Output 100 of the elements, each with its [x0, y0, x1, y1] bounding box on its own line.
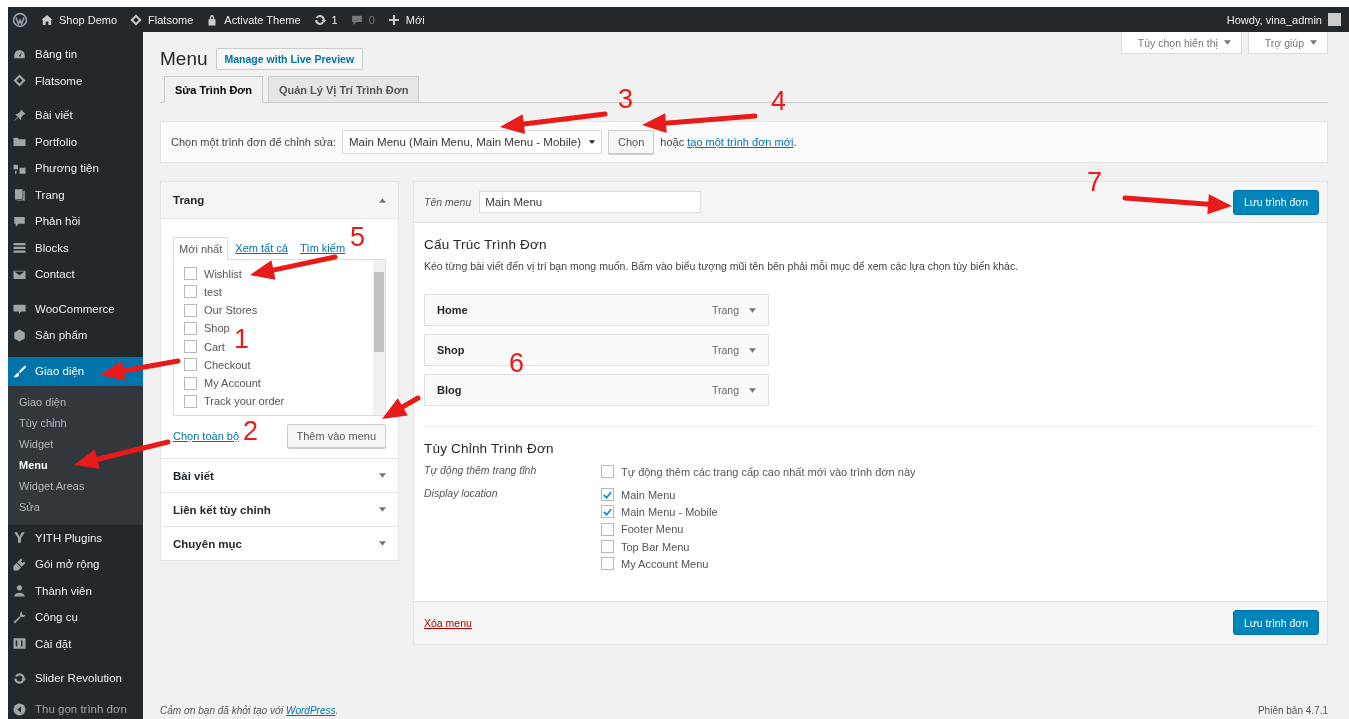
checkbox[interactable]: [601, 540, 614, 554]
accordion-header[interactable]: Liên kết tùy chỉnh: [161, 493, 398, 526]
menu-name-field[interactable]: Main Menu: [479, 191, 702, 213]
add-to-menu-button[interactable]: Thêm vào menu: [286, 424, 386, 448]
admin-bar-link[interactable]: Shop Demo: [40, 12, 118, 27]
sidebar-item[interactable]: Giao diện: [8, 356, 143, 386]
checkbox[interactable]: [601, 465, 614, 479]
sidebar-item[interactable]: Cài đặt: [8, 630, 143, 658]
version-text: Phiên bản 4.7.1: [1257, 705, 1328, 716]
annotation-number: 3: [618, 84, 634, 114]
menu-item-title: Home: [437, 304, 469, 316]
sidebar-item[interactable]: YITH Plugins: [8, 524, 143, 552]
sidebar-item[interactable]: Sản phẩm: [8, 322, 143, 349]
checkbox[interactable]: [601, 522, 614, 536]
checkbox[interactable]: [601, 488, 614, 502]
submenu-item[interactable]: Sửa: [8, 497, 143, 519]
checkbox[interactable]: [184, 285, 197, 299]
delete-menu-link[interactable]: Xóa menu: [424, 616, 472, 629]
menu-item-bar[interactable]: Home Trang: [424, 294, 769, 326]
down-triangle-icon[interactable]: [749, 387, 756, 393]
select-button[interactable]: Chọn: [608, 130, 655, 154]
select-all-link[interactable]: Chọn toàn bộ: [173, 430, 240, 442]
section-title: Chuyên mục: [173, 537, 242, 550]
checkbox[interactable]: [601, 505, 614, 519]
down-triangle-icon: [379, 541, 386, 546]
checkbox[interactable]: [184, 267, 197, 281]
admin-bar-link[interactable]: Mới: [386, 12, 425, 27]
sidebar-item[interactable]: Bài viết: [8, 102, 143, 129]
checkbox[interactable]: [184, 358, 197, 372]
menu-item-title: Shop: [437, 344, 466, 356]
checkbox[interactable]: [184, 321, 197, 335]
submenu-item[interactable]: Menu: [8, 455, 143, 477]
screen-options-tab[interactable]: Tùy chọn hiển thị: [1120, 32, 1242, 54]
tab[interactable]: Sửa Trình Đơn: [164, 76, 263, 103]
down-triangle-icon[interactable]: [749, 347, 756, 353]
sidebar-item[interactable]: WooCommerce: [8, 295, 143, 322]
checkbox-label: Footer Menu: [621, 523, 684, 536]
scrollbar[interactable]: [373, 260, 385, 415]
down-triangle-icon[interactable]: [749, 307, 756, 313]
section-title: Bài viết: [173, 469, 214, 482]
person-icon: [12, 583, 27, 599]
menu-item-bar[interactable]: Blog Trang: [424, 374, 769, 406]
checkbox[interactable]: [184, 303, 197, 317]
save-menu-button[interactable]: Lưu trình đơn: [1232, 189, 1319, 215]
caret-icon: [1310, 40, 1317, 45]
submenu-item[interactable]: Tùy chỉnh: [8, 412, 143, 434]
tab[interactable]: Quản Lý Vị Trí Trình Đơn: [267, 76, 420, 103]
checkbox-label: Top Bar Menu: [621, 540, 690, 553]
sidebar-item[interactable]: Contact: [8, 261, 143, 288]
menu-dropdown[interactable]: Main Menu (Main Menu, Main Menu - Mobile): [342, 130, 602, 154]
brush-icon: [12, 363, 27, 379]
sidebar-item[interactable]: Bảng tin: [8, 41, 143, 68]
accordion-header[interactable]: Chuyên mục: [161, 527, 398, 560]
sidebar-item[interactable]: Slider Revolution: [8, 665, 143, 692]
sidebar-item[interactable]: Blocks: [8, 234, 143, 261]
accordion-header[interactable]: Bài viết: [161, 459, 398, 492]
collapse-menu-button[interactable]: Thu gọn trình đơn: [8, 699, 143, 719]
checkbox[interactable]: [601, 557, 614, 571]
page-icon: [12, 187, 27, 203]
sidebar-item[interactable]: Thành viên: [8, 577, 143, 605]
checkbox[interactable]: [184, 376, 197, 390]
screen-options-tab[interactable]: Trợ giúp: [1247, 32, 1328, 54]
admin-bar-link[interactable]: Flatsome: [129, 12, 194, 27]
checkbox-label: Wishlist: [204, 267, 242, 280]
checkbox[interactable]: [184, 394, 197, 408]
checkbox-label: Main Menu: [621, 488, 676, 501]
submenu-item[interactable]: Widget Areas: [8, 476, 143, 498]
checkbox[interactable]: [184, 340, 197, 354]
live-preview-button[interactable]: Manage with Live Preview: [215, 48, 364, 70]
submenu-item[interactable]: Widget: [8, 433, 143, 456]
sidebar-item[interactable]: Công cụ: [8, 604, 143, 631]
diamond-icon: [129, 12, 144, 27]
plug-icon: [12, 556, 27, 572]
down-triangle-icon: [379, 507, 386, 512]
grid-icon: [12, 240, 27, 256]
avatar-icon: [1328, 13, 1341, 26]
admin-bar-link[interactable]: Activate Theme: [205, 12, 301, 27]
admin-bar-link[interactable]: 1: [312, 12, 338, 27]
sidebar-item[interactable]: Trang: [8, 181, 143, 208]
save-menu-button[interactable]: Lưu trình đơn: [1232, 610, 1319, 636]
sidebar-item[interactable]: Gói mở rộng: [8, 551, 143, 578]
plus-icon: [386, 12, 401, 27]
wordpress-logo-icon[interactable]: [12, 11, 28, 28]
menu-item-title: Blog: [437, 384, 463, 396]
caret-icon: [589, 140, 595, 144]
sidebar-item[interactable]: Phản hồi: [8, 208, 143, 235]
setting-label: Display location: [424, 486, 499, 501]
account-link[interactable]: Howdy, vina_admin: [1226, 13, 1322, 26]
sidebar-item[interactable]: Portfolio: [8, 128, 143, 155]
tab[interactable]: Tìm kiếm: [294, 237, 351, 259]
annotation-number: 2: [243, 416, 259, 446]
accordion-header[interactable]: Trang: [161, 182, 398, 219]
tab[interactable]: Xem tất cả: [230, 237, 293, 259]
sidebar-item[interactable]: Phương tiện: [8, 155, 143, 182]
annotation-number: 1: [234, 324, 250, 354]
footer-text: Cảm ơn bạn đã khởi tạo với WordPress.: [160, 705, 339, 716]
section-title: Trang: [173, 194, 205, 206]
submenu-item[interactable]: Giao diện: [8, 391, 143, 413]
sidebar-item[interactable]: Flatsome: [8, 67, 143, 94]
tab[interactable]: Mới nhất: [173, 237, 229, 260]
